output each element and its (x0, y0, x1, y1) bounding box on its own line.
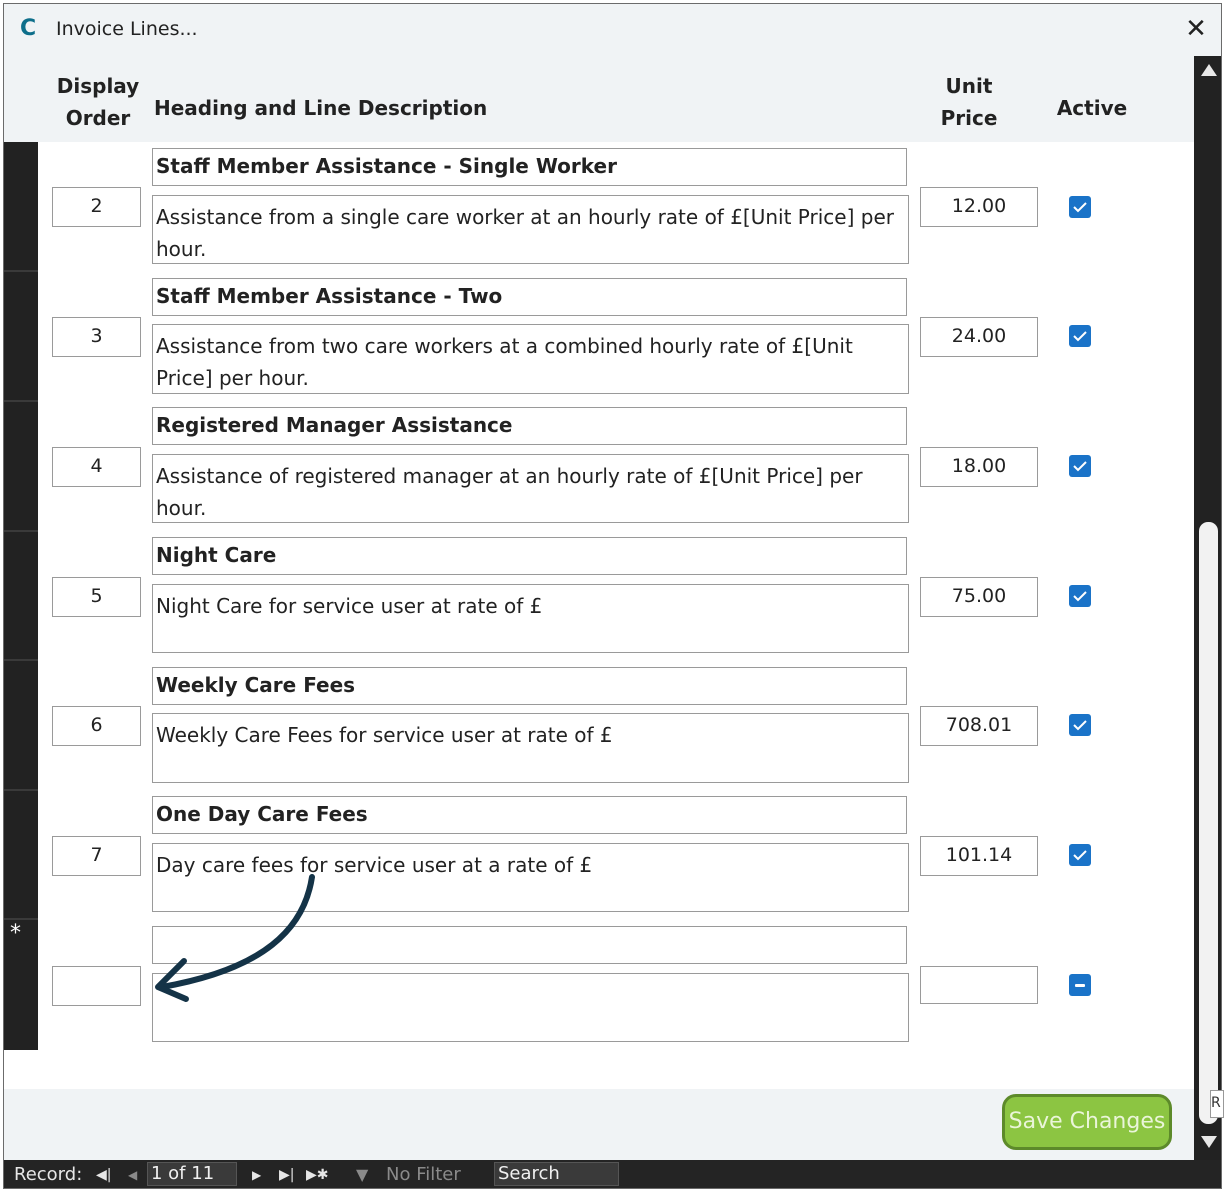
record-position-field[interactable]: 1 of 11 (147, 1162, 237, 1186)
display-order-field[interactable]: 2 (52, 187, 141, 227)
record-selector-divider (4, 659, 38, 661)
filter-status[interactable]: No Filter (386, 1164, 461, 1186)
active-checkbox[interactable] (1069, 844, 1091, 866)
display-order-field[interactable]: 3 (52, 317, 141, 357)
new-display-order-field[interactable] (52, 966, 141, 1006)
line-description-field[interactable]: Night Care for service user at rate of £ (152, 584, 909, 653)
new-record-icon[interactable]: ▶✱ (306, 1164, 329, 1186)
record-selector-divider (4, 530, 38, 532)
record-selector-divider (4, 400, 38, 402)
scroll-down-arrow-icon[interactable] (1201, 1136, 1217, 1148)
header-display-order-line1: Display (56, 74, 140, 98)
first-record-icon[interactable]: ◀| (96, 1164, 111, 1186)
display-order-field[interactable]: 6 (52, 706, 141, 746)
last-record-icon[interactable]: ▶| (279, 1164, 294, 1186)
display-order-field[interactable]: 7 (52, 836, 141, 876)
annotation-arrow (155, 874, 315, 1002)
record-label: Record: (14, 1164, 83, 1185)
new-unit-price-field[interactable] (920, 966, 1038, 1004)
record-selector-divider (4, 918, 38, 920)
search-input[interactable]: Search (494, 1162, 619, 1186)
invoice-lines-window: C Invoice Lines... ✕ Display Order Headi… (3, 3, 1222, 1189)
display-order-field[interactable]: 4 (52, 447, 141, 487)
scroll-up-arrow-icon[interactable] (1201, 64, 1217, 76)
active-checkbox[interactable] (1069, 196, 1091, 218)
active-checkbox[interactable] (1069, 714, 1091, 736)
save-changes-button[interactable]: Save Changes (1002, 1094, 1172, 1150)
line-heading-field[interactable]: Weekly Care Fees (152, 667, 907, 705)
vertical-scrollbar[interactable] (1194, 56, 1221, 1162)
unit-price-field[interactable]: 24.00 (920, 317, 1038, 357)
next-record-icon[interactable]: ▶ (252, 1164, 261, 1186)
line-heading-field[interactable]: Staff Member Assistance - Single Worker (152, 148, 907, 186)
header-unit-price-line1: Unit (945, 74, 993, 98)
record-selector-divider (4, 270, 38, 272)
record-selector-column[interactable] (4, 142, 38, 1050)
header-heading-description: Heading and Line Description (154, 96, 488, 120)
line-heading-field[interactable]: Night Care (152, 537, 907, 575)
display-order-field[interactable]: 5 (52, 577, 141, 617)
scrollbar-thumb[interactable] (1199, 522, 1218, 1124)
prev-record-icon[interactable]: ◀ (128, 1164, 137, 1186)
header-unit-price: Unit Price (922, 70, 1016, 134)
new-active-checkbox[interactable] (1069, 974, 1091, 996)
active-checkbox[interactable] (1069, 585, 1091, 607)
line-description-field[interactable]: Weekly Care Fees for service user at rat… (152, 713, 909, 783)
filter-icon: ▼ (356, 1165, 369, 1184)
unit-price-field[interactable]: 708.01 (920, 706, 1038, 746)
unit-price-field[interactable]: 101.14 (920, 836, 1038, 876)
new-record-marker: * (10, 921, 21, 946)
record-selector-divider (4, 789, 38, 791)
header-unit-price-line2: Price (940, 106, 998, 130)
line-description-field[interactable]: Assistance from two care workers at a co… (152, 324, 909, 394)
line-description-field[interactable]: Assistance from a single care worker at … (152, 195, 909, 264)
unit-price-field[interactable]: 18.00 (920, 447, 1038, 487)
unit-price-field[interactable]: 12.00 (920, 187, 1038, 227)
line-description-field[interactable]: Assistance of registered manager at an h… (152, 454, 909, 523)
unit-price-field[interactable]: 75.00 (920, 577, 1038, 617)
app-logo-icon: C (20, 16, 37, 41)
window-title: Invoice Lines... (56, 18, 198, 40)
record-navigation-bar: Record: ◀| ◀ 1 of 11 ▶ ▶| ▶✱ ▼ No Filter… (4, 1160, 1221, 1188)
header-active: Active (1056, 96, 1128, 120)
header-display-order-line2: Order (65, 106, 131, 130)
title-bar: C Invoice Lines... ✕ (4, 4, 1221, 56)
background-window-peek: R (1210, 1090, 1224, 1118)
header-display-order: Display Order (48, 70, 148, 134)
line-heading-field[interactable]: Registered Manager Assistance (152, 407, 907, 445)
column-header-row: Display Order Heading and Line Descripti… (4, 56, 1194, 142)
line-heading-field[interactable]: Staff Member Assistance - Two (152, 278, 907, 316)
close-button[interactable]: ✕ (1179, 12, 1213, 46)
line-heading-field[interactable]: One Day Care Fees (152, 796, 907, 834)
active-checkbox[interactable] (1069, 455, 1091, 477)
active-checkbox[interactable] (1069, 325, 1091, 347)
